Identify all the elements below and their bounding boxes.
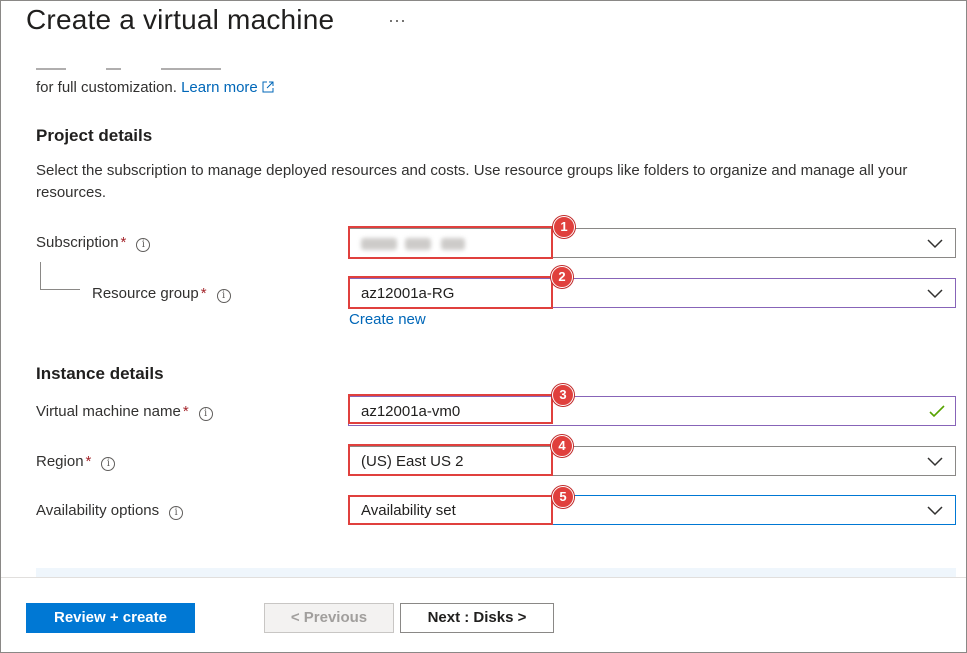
next-disks-button[interactable]: Next : Disks > — [400, 603, 554, 633]
more-icon[interactable]: ··· — [388, 10, 406, 31]
tree-connector — [40, 289, 80, 290]
subscription-label: Subscription * i — [36, 234, 151, 252]
previous-button[interactable]: < Previous — [264, 603, 394, 633]
info-icon[interactable]: i — [216, 289, 231, 303]
annotation-badge: 1 — [553, 216, 575, 238]
required-asterisk: * — [200, 285, 207, 302]
review-create-button[interactable]: Review + create — [26, 603, 195, 633]
vm-name-label: Virtual machine name * i — [36, 403, 213, 421]
instance-details-heading: Instance details — [36, 364, 164, 383]
external-link-icon — [262, 81, 274, 93]
required-asterisk: * — [85, 453, 92, 470]
annotation-badge: 2 — [551, 266, 573, 288]
info-icon[interactable]: i — [136, 238, 151, 252]
annotation-badge: 3 — [552, 384, 574, 406]
annotation-box — [348, 444, 553, 476]
intro-label: for full customization. — [36, 79, 177, 96]
chevron-down-icon — [927, 239, 943, 249]
annotation-box — [348, 226, 553, 259]
availability-label: Availability options i — [36, 502, 184, 520]
annotation-badge: 4 — [551, 435, 573, 457]
project-description: Select the subscription to manage deploy… — [36, 162, 908, 201]
resource-group-label: Resource group * i — [92, 285, 231, 303]
chevron-down-icon — [927, 506, 943, 516]
project-details-heading: Project details — [36, 126, 153, 145]
clipped-text: —— — ———— — [36, 60, 221, 70]
page-title: Create a virtual machine — [26, 4, 335, 35]
annotation-badge: 5 — [552, 486, 574, 508]
annotation-box — [348, 394, 553, 424]
info-icon[interactable]: i — [101, 457, 116, 471]
annotation-box — [348, 495, 553, 525]
checkmark-icon — [929, 405, 945, 418]
intro-text: for full customization. Learn more — [36, 79, 274, 96]
info-icon[interactable]: i — [169, 506, 184, 520]
create-new-link[interactable]: Create new — [349, 311, 426, 328]
tree-connector — [40, 262, 41, 290]
chevron-down-icon — [927, 289, 943, 299]
window-frame — [0, 0, 967, 653]
required-asterisk: * — [120, 234, 127, 251]
region-label: Region * i — [36, 453, 116, 471]
chevron-down-icon — [927, 457, 943, 467]
annotation-box — [348, 276, 553, 309]
required-asterisk: * — [182, 403, 189, 420]
info-icon[interactable]: i — [198, 407, 213, 421]
footer-divider — [1, 577, 966, 578]
learn-more-link[interactable]: Learn more — [181, 79, 274, 96]
